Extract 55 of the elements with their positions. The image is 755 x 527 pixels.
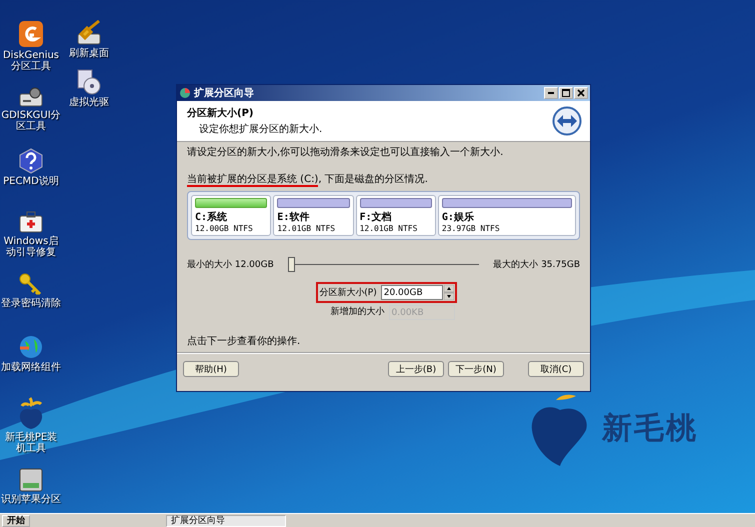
slider-thumb[interactable] xyxy=(288,257,295,272)
new-size-field[interactable]: 20.00GB xyxy=(380,285,443,300)
spin-arrows-icon[interactable] xyxy=(444,285,454,300)
drive-gear-icon xyxy=(18,86,44,108)
desktop-shortcut[interactable]: 登录密码清除 xyxy=(0,272,62,320)
wizard-button[interactable]: 帮助(H) xyxy=(183,361,239,377)
globe-icon xyxy=(18,334,44,360)
first-aid-kit-icon xyxy=(18,210,44,234)
partition-card[interactable]: C:系统 12.00GB NTFS xyxy=(191,195,272,236)
min-size-label: 最小的大小 12.00GB xyxy=(187,258,274,271)
wizard-button[interactable]: 下一步(N) xyxy=(448,361,504,377)
instruction-text: 请设定分区的新大小,你可以拖动滑条来设定也可以直接输入一个新大小. xyxy=(187,146,504,159)
wizard-button[interactable]: 取消(C) xyxy=(528,361,584,377)
partition-card[interactable]: E:软件 12.01GB NTFS xyxy=(273,195,354,236)
desktop-shortcut[interactable]: 新毛桃PE装机工具 xyxy=(0,396,62,454)
new-size-label: 分区新大小(P) xyxy=(319,286,377,299)
window-title: 扩展分区向导 xyxy=(194,86,254,100)
desktop-shortcut[interactable]: 加载网络组件 xyxy=(0,334,62,382)
close-icon xyxy=(577,89,585,97)
partition-name: G:娱乐 xyxy=(442,210,475,224)
wizard-button[interactable]: 上一步(B) xyxy=(388,361,444,377)
partition-size: 12.01GB NTFS xyxy=(277,224,336,233)
partition-name: E:软件 xyxy=(277,210,310,224)
maximize-icon xyxy=(562,89,570,97)
hint-text: 点击下一步查看你的操作. xyxy=(187,335,302,348)
close-button[interactable] xyxy=(574,87,588,99)
disk-genius-icon xyxy=(18,20,44,48)
taskbar-window-button[interactable]: 扩展分区向导 xyxy=(166,514,286,526)
max-size-label: 最大的大小 35.75GB xyxy=(493,258,580,271)
partition-size: 12.00GB NTFS xyxy=(195,224,254,233)
partition-note-text: 当前被扩展的分区是系统 (C:), 下面是磁盘的分区情况. xyxy=(187,173,429,186)
step-title: 分区新大小(P) xyxy=(187,106,254,120)
app-icon xyxy=(179,87,191,99)
desktop-shortcut[interactable]: Windows启动引导修复 xyxy=(0,210,62,258)
partition-name: C:系统 xyxy=(195,210,228,224)
partition-card[interactable]: G:娱乐 23.97GB NTFS xyxy=(438,195,576,236)
help-icon xyxy=(18,148,44,174)
start-button[interactable]: 开始 xyxy=(2,514,30,526)
partition-size: 12.01GB NTFS xyxy=(360,224,418,233)
partition-card[interactable]: F:文档 12.01GB NTFS xyxy=(356,195,436,236)
cd-icon xyxy=(76,69,102,95)
desktop-shortcut[interactable]: 识别苹果分区 xyxy=(0,468,62,516)
key-icon xyxy=(18,272,44,296)
partition-size: 23.97GB NTFS xyxy=(442,224,501,233)
wallpaper-logo-text: 新毛桃 xyxy=(602,410,698,448)
minimize-icon xyxy=(548,92,554,94)
hard-drive-icon xyxy=(18,468,44,492)
added-size-label: 新增加的大小 xyxy=(330,306,384,319)
step-subtitle: 设定你想扩展分区的新大小. xyxy=(198,122,324,136)
maximize-button[interactable] xyxy=(559,87,573,99)
desktop-shortcut[interactable]: PECMD说明 xyxy=(0,148,62,196)
partition-name: F:文档 xyxy=(360,210,393,224)
peach-icon xyxy=(18,396,44,430)
minimize-button[interactable] xyxy=(544,87,558,99)
brush-icon xyxy=(75,20,103,46)
